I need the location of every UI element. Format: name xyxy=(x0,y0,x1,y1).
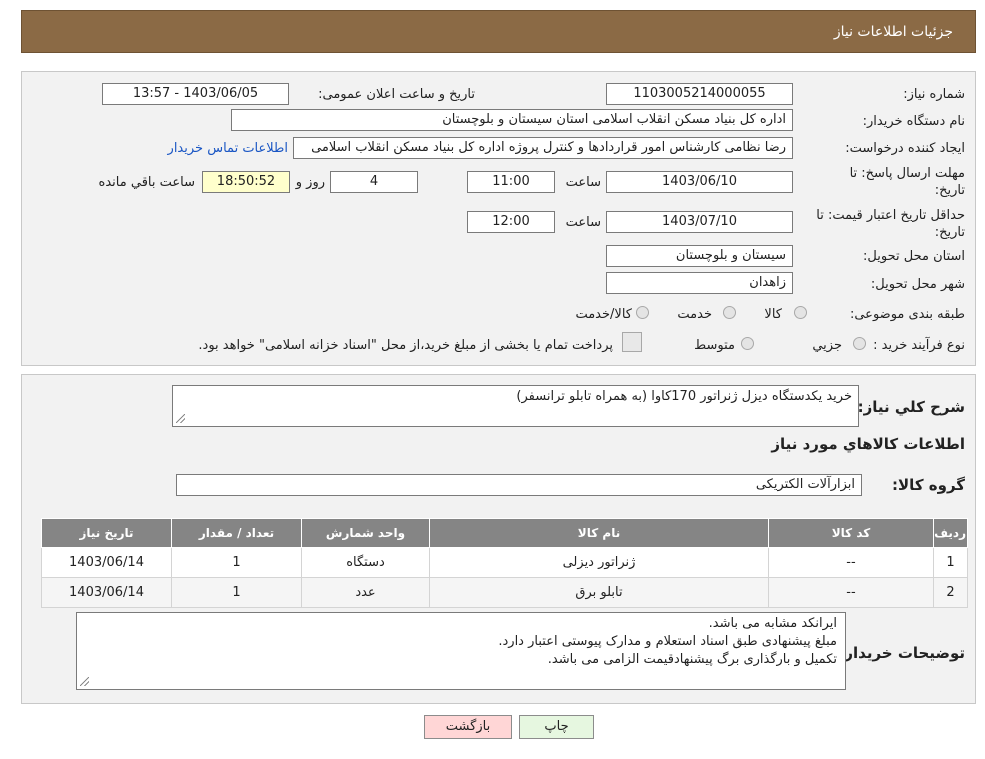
days-remaining-field: 4 xyxy=(330,171,418,193)
resize-handle-icon[interactable] xyxy=(80,677,89,686)
category-goods-service-radio[interactable] xyxy=(636,306,649,319)
validity-date-field: 1403/07/10 xyxy=(606,211,793,233)
deadline-label-1: مهلت ارسال پاسخ: تا xyxy=(849,166,965,181)
process-minor-label: جزیي xyxy=(812,338,842,353)
category-goods-service-label: کالا/خدمت xyxy=(575,307,632,322)
category-label: طبقه بندی موضوعی: xyxy=(849,307,965,322)
category-service-label: خدمت xyxy=(677,307,712,322)
buyer-note-line: تکمیل و بارگذاری برگ پیشنهادقیمت الزامی … xyxy=(547,652,837,667)
summary-field: خرید یکدستگاه دیزل ژنراتور 170کاوا (به ه… xyxy=(172,385,859,427)
col-row-number: رديف xyxy=(933,518,968,548)
deadline-time-field: 11:00 xyxy=(467,171,555,193)
deadline-label-2: تاریخ: xyxy=(934,183,965,198)
cell-goods-code: -- xyxy=(768,547,934,578)
back-button[interactable]: بازگشت xyxy=(424,715,512,739)
table-row: 1 -- ژنراتور دیزلی دستگاه 1 1403/06/14 xyxy=(41,547,968,578)
validity-label-2: تاریخ: xyxy=(934,225,965,240)
col-goods-name: نام كالا xyxy=(429,518,769,548)
buyer-note-line: مبلغ پیشنهادی طبق اسناد استعلام و مدارک … xyxy=(498,634,837,649)
deadline-date-field: 1403/06/10 xyxy=(606,171,793,193)
province-label: استان محل تحویل: xyxy=(863,249,965,264)
buyer-contact-link[interactable]: اطلاعات تماس خریدار xyxy=(168,141,288,156)
deadline-time-label: ساعت xyxy=(565,175,601,190)
process-label: نوع فرآیند خرید : xyxy=(873,338,965,353)
cell-need-date: 1403/06/14 xyxy=(41,547,172,578)
print-button[interactable]: چاپ xyxy=(519,715,594,739)
cell-unit: عدد xyxy=(301,577,430,608)
creator-field: رضا نظامی کارشناس امور قراردادها و کنترل… xyxy=(293,137,793,159)
table-row: 2 -- تابلو برق عدد 1 1403/06/14 xyxy=(41,577,968,608)
buyer-org-label: نام دستگاه خریدار: xyxy=(862,114,965,129)
need-number-field: 1103005214000055 xyxy=(606,83,793,105)
col-goods-code: كد كالا xyxy=(768,518,934,548)
cell-quantity: 1 xyxy=(171,547,302,578)
days-label: روز و xyxy=(295,175,325,190)
need-number-label: شماره نیاز: xyxy=(903,87,965,102)
cell-row-number: 2 xyxy=(933,577,968,608)
process-medium-label: متوسط xyxy=(694,338,735,353)
buyer-notes-field: ایرانکد مشابه می باشد. مبلغ پیشنهادی طبق… xyxy=(76,612,846,690)
cell-goods-name: ژنراتور دیزلی xyxy=(429,547,769,578)
process-minor-radio[interactable] xyxy=(853,337,866,350)
buyer-org-field: اداره کل بنیاد مسکن انقلاب اسلامی استان … xyxy=(231,109,793,131)
cell-unit: دستگاه xyxy=(301,547,430,578)
col-quantity: تعداد / مقدار xyxy=(171,518,302,548)
validity-time-label: ساعت xyxy=(565,215,601,230)
announce-field: 1403/06/05 - 13:57 xyxy=(102,83,289,105)
goods-group-label: گروه كالا: xyxy=(892,476,965,494)
remaining-time-label: ساعت باقي مانده xyxy=(98,175,195,190)
goods-info-title: اطلاعات كالاهاي مورد نياز xyxy=(771,435,965,453)
cell-goods-code: -- xyxy=(768,577,934,608)
city-field: زاهدان xyxy=(606,272,793,294)
category-goods-radio[interactable] xyxy=(794,306,807,319)
page-title: جزئیات اطلاعات نیاز xyxy=(833,24,953,40)
buyer-note-line: ایرانکد مشابه می باشد. xyxy=(708,616,837,631)
col-need-date: تاریخ نیاز xyxy=(41,518,172,548)
page-header: جزئیات اطلاعات نیاز xyxy=(21,10,976,53)
validity-label-1: حداقل تاریخ اعتبار قیمت: تا xyxy=(816,208,965,223)
table-header-row: رديف كد كالا نام كالا واحد شمارش تعداد /… xyxy=(41,518,968,548)
summary-text: خرید یکدستگاه دیزل ژنراتور 170کاوا (به ه… xyxy=(516,389,852,404)
payment-note: پرداخت تمام یا بخشی از مبلغ خرید،از محل … xyxy=(198,338,613,353)
summary-label: شرح كلي نياز: xyxy=(857,398,965,416)
col-unit: واحد شمارش xyxy=(301,518,430,548)
city-label: شهر محل تحویل: xyxy=(870,277,965,292)
validity-time-field: 12:00 xyxy=(467,211,555,233)
announce-label: تاریخ و ساعت اعلان عمومی: xyxy=(318,87,475,102)
remaining-time-field: 18:50:52 xyxy=(202,171,290,193)
creator-label: ایجاد کننده درخواست: xyxy=(845,141,965,156)
goods-table: رديف كد كالا نام كالا واحد شمارش تعداد /… xyxy=(41,518,968,608)
buyer-notes-label: توضیحات خریدار: xyxy=(838,644,965,662)
cell-need-date: 1403/06/14 xyxy=(41,577,172,608)
process-medium-radio[interactable] xyxy=(741,337,754,350)
province-field: سیستان و بلوچستان xyxy=(606,245,793,267)
cell-goods-name: تابلو برق xyxy=(429,577,769,608)
treasury-checkbox[interactable] xyxy=(622,332,642,352)
category-goods-label: کالا xyxy=(764,307,782,322)
cell-quantity: 1 xyxy=(171,577,302,608)
cell-row-number: 1 xyxy=(933,547,968,578)
category-service-radio[interactable] xyxy=(723,306,736,319)
resize-handle-icon[interactable] xyxy=(176,414,185,423)
goods-group-field: ابزارآلات الکتریکی xyxy=(176,474,862,496)
